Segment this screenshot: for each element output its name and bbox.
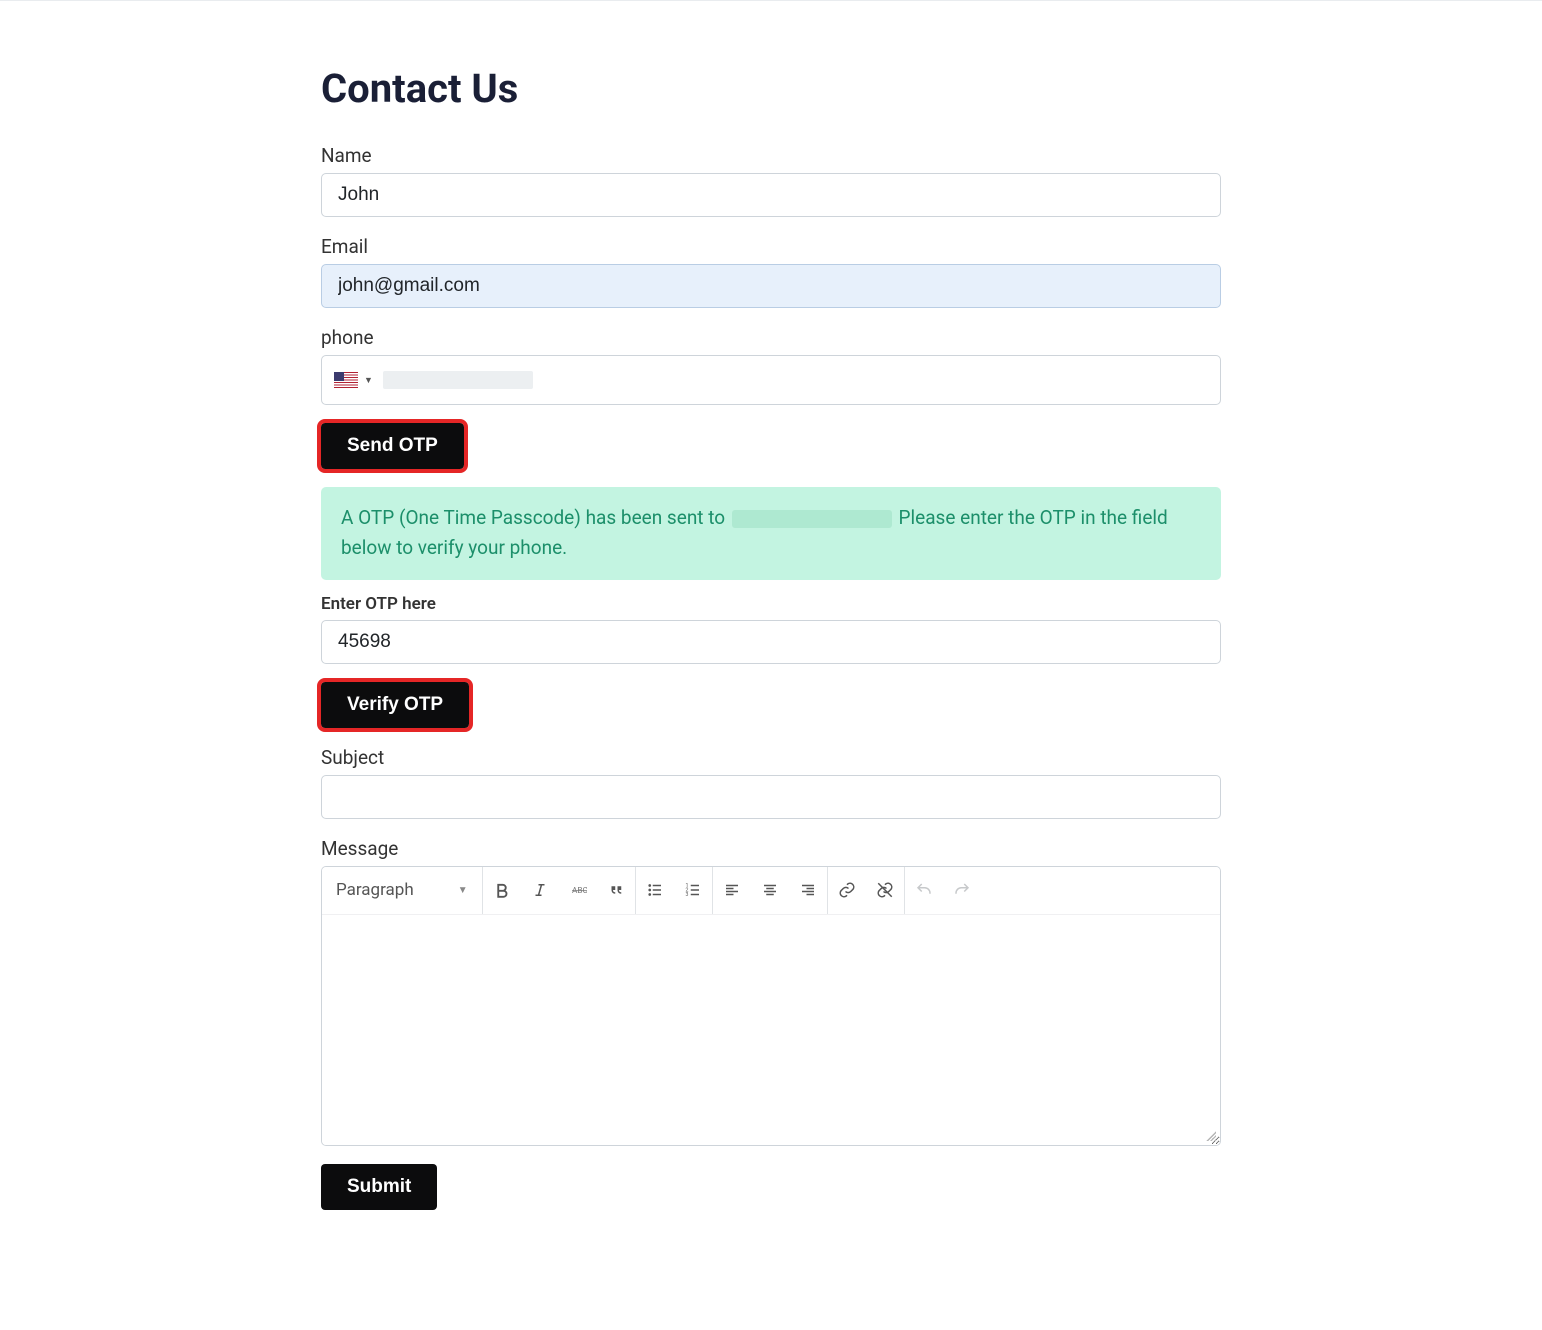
svg-text:3: 3 (685, 892, 688, 898)
message-textarea[interactable] (322, 915, 1220, 1145)
format-select-label: Paragraph (336, 880, 414, 900)
alert-prefix: A OTP (One Time Passcode) has been sent … (341, 506, 730, 529)
quote-icon (607, 881, 625, 899)
page-title: Contact Us (321, 65, 1221, 112)
numbered-list-button[interactable]: 123 (674, 867, 712, 914)
alert-phone-redacted (732, 510, 892, 528)
format-select[interactable]: Paragraph ▼ (322, 867, 482, 914)
bullet-list-icon (646, 881, 664, 899)
phone-input-wrapper[interactable]: ▼ (321, 355, 1221, 405)
bold-icon (493, 881, 511, 899)
email-input[interactable] (321, 264, 1221, 308)
unlink-icon (876, 881, 894, 899)
numbered-list-icon: 123 (684, 881, 702, 899)
link-icon (838, 881, 856, 899)
editor-toolbar: Paragraph ▼ ABC (322, 867, 1220, 915)
email-label: Email (321, 235, 1221, 258)
send-otp-button[interactable]: Send OTP (321, 423, 464, 469)
verify-otp-button[interactable]: Verify OTP (321, 682, 469, 728)
undo-button[interactable] (905, 867, 943, 914)
phone-label: phone (321, 326, 1221, 349)
align-right-button[interactable] (789, 867, 827, 914)
rich-text-editor: Paragraph ▼ ABC (321, 866, 1221, 1146)
name-input[interactable] (321, 173, 1221, 217)
phone-number-redacted (383, 371, 533, 389)
italic-icon (531, 881, 549, 899)
otp-sent-alert: A OTP (One Time Passcode) has been sent … (321, 487, 1221, 580)
bullet-list-button[interactable] (636, 867, 674, 914)
align-right-icon (799, 881, 817, 899)
redo-button[interactable] (943, 867, 981, 914)
message-label: Message (321, 837, 1221, 860)
subject-label: Subject (321, 746, 1221, 769)
align-left-button[interactable] (713, 867, 751, 914)
bold-button[interactable] (483, 867, 521, 914)
svg-text:ABC: ABC (572, 886, 587, 896)
redo-icon (953, 881, 971, 899)
italic-button[interactable] (521, 867, 559, 914)
chevron-down-icon: ▼ (364, 375, 373, 386)
strikethrough-icon: ABC (569, 881, 587, 899)
chevron-down-icon: ▼ (458, 885, 468, 896)
country-select[interactable]: ▼ (330, 370, 377, 390)
align-center-icon (761, 881, 779, 899)
strikethrough-button[interactable]: ABC (559, 867, 597, 914)
us-flag-icon (334, 372, 358, 388)
link-button[interactable] (828, 867, 866, 914)
align-center-button[interactable] (751, 867, 789, 914)
name-label: Name (321, 144, 1221, 167)
otp-label: Enter OTP here (321, 594, 1221, 614)
resize-handle[interactable] (1204, 1129, 1216, 1141)
undo-icon (915, 881, 933, 899)
unlink-button[interactable] (866, 867, 904, 914)
subject-input[interactable] (321, 775, 1221, 819)
submit-button[interactable]: Submit (321, 1164, 437, 1210)
blockquote-button[interactable] (597, 867, 635, 914)
otp-input[interactable] (321, 620, 1221, 664)
align-left-icon (723, 881, 741, 899)
